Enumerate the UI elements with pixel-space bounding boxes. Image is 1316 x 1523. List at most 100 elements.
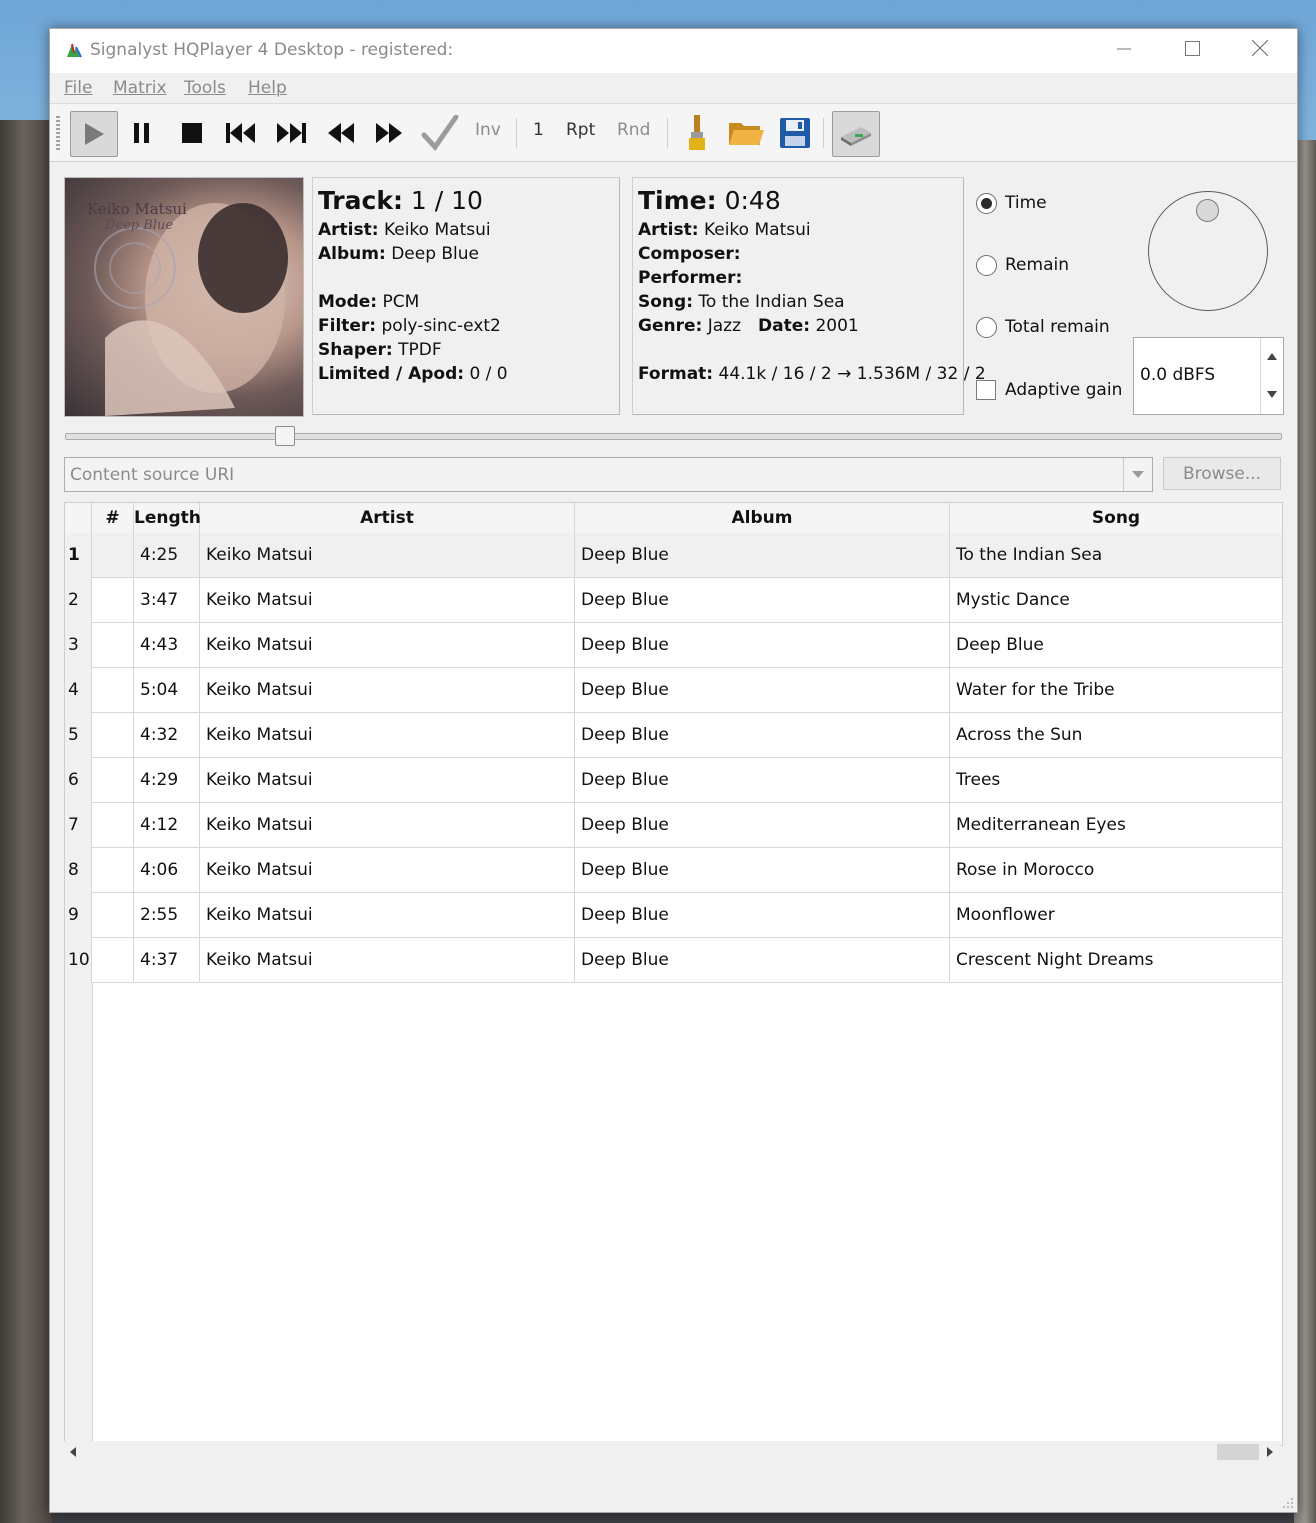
artist-cell[interactable]: Keiko Matsui: [200, 893, 575, 938]
row-number[interactable]: 4: [65, 668, 92, 713]
scroll-left-icon[interactable]: [70, 1447, 76, 1457]
horizontal-scrollbar[interactable]: [64, 1441, 1281, 1463]
content-source-combo[interactable]: Content source URI: [64, 457, 1153, 492]
artist-cell[interactable]: Keiko Matsui: [200, 578, 575, 623]
transport-toggle-button[interactable]: [417, 111, 463, 155]
menu-tools[interactable]: Tools: [184, 78, 226, 98]
horizontal-scrollbar-thumb[interactable]: [1217, 1444, 1259, 1460]
album-cell[interactable]: Deep Blue: [575, 758, 950, 803]
length-cell[interactable]: 4:12: [134, 803, 200, 848]
browse-button[interactable]: Browse...: [1163, 457, 1281, 490]
column-header-length[interactable]: Length: [134, 503, 201, 533]
length-cell[interactable]: 3:47: [134, 578, 200, 623]
menu-help[interactable]: Help: [248, 78, 287, 98]
number-cell[interactable]: [92, 623, 134, 668]
spin-down-icon[interactable]: [1267, 391, 1277, 398]
song-cell[interactable]: Rose in Morocco: [950, 848, 1282, 893]
row-number[interactable]: 7: [65, 803, 92, 848]
album-cell[interactable]: Deep Blue: [575, 803, 950, 848]
remain-radio[interactable]: [976, 255, 997, 276]
toolbar-grip[interactable]: [56, 116, 60, 150]
album-cell[interactable]: Deep Blue: [575, 848, 950, 893]
invert-button[interactable]: Inv: [475, 120, 501, 140]
length-cell[interactable]: 4:29: [134, 758, 200, 803]
song-cell[interactable]: Water for the Tribe: [950, 668, 1282, 713]
table-row[interactable]: 8 4:06 Keiko Matsui Deep Blue Rose in Morocc…: [65, 848, 1282, 893]
resize-grip-icon[interactable]: [1282, 1497, 1294, 1509]
play-button[interactable]: [70, 111, 118, 157]
column-header-album[interactable]: Album: [575, 503, 950, 533]
artist-cell[interactable]: Keiko Matsui: [200, 938, 575, 983]
save-button[interactable]: [772, 111, 818, 155]
table-row[interactable]: 6 4:29 Keiko Matsui Deep Blue Trees: [65, 758, 1282, 803]
song-cell[interactable]: Crescent Night Dreams: [950, 938, 1282, 983]
total-remain-radio[interactable]: [976, 317, 997, 338]
maximize-button[interactable]: [1158, 29, 1226, 73]
artist-cell[interactable]: Keiko Matsui: [200, 533, 575, 578]
length-cell[interactable]: 5:04: [134, 668, 200, 713]
length-cell[interactable]: 2:55: [134, 893, 200, 938]
row-number[interactable]: 2: [65, 578, 92, 623]
artist-cell[interactable]: Keiko Matsui: [200, 848, 575, 893]
song-cell[interactable]: Moonflower: [950, 893, 1282, 938]
seek-slider-handle[interactable]: [274, 426, 295, 446]
volume-dial[interactable]: [1148, 191, 1268, 311]
volume-dial-knob[interactable]: [1196, 199, 1219, 222]
scroll-right-icon[interactable]: [1267, 1447, 1273, 1457]
number-cell[interactable]: [92, 713, 134, 758]
album-cell[interactable]: Deep Blue: [575, 623, 950, 668]
row-number[interactable]: 10: [65, 938, 92, 983]
previous-track-button[interactable]: [218, 111, 264, 155]
song-cell[interactable]: Deep Blue: [950, 623, 1282, 668]
table-row[interactable]: 1 4:25 Keiko Matsui Deep Blue To the Indian …: [65, 533, 1282, 578]
album-cell[interactable]: Deep Blue: [575, 533, 950, 578]
length-cell[interactable]: 4:37: [134, 938, 200, 983]
stop-button[interactable]: [169, 111, 215, 155]
number-cell[interactable]: [92, 578, 134, 623]
song-cell[interactable]: Across the Sun: [950, 713, 1282, 758]
row-number[interactable]: 6: [65, 758, 92, 803]
table-row[interactable]: 3 4:43 Keiko Matsui Deep Blue Deep Blue: [65, 623, 1282, 668]
number-cell[interactable]: [92, 938, 134, 983]
minimize-button[interactable]: [1090, 29, 1158, 73]
table-row[interactable]: 7 4:12 Keiko Matsui Deep Blue Mediterranean …: [65, 803, 1282, 848]
artist-cell[interactable]: Keiko Matsui: [200, 623, 575, 668]
length-cell[interactable]: 4:43: [134, 623, 200, 668]
number-cell[interactable]: [92, 533, 134, 578]
row-number[interactable]: 3: [65, 623, 92, 668]
clear-playlist-button[interactable]: [674, 111, 720, 155]
number-cell[interactable]: [92, 758, 134, 803]
number-cell[interactable]: [92, 668, 134, 713]
rewind-button[interactable]: [318, 111, 364, 155]
row-number[interactable]: 5: [65, 713, 92, 758]
album-cell[interactable]: Deep Blue: [575, 938, 950, 983]
row-number[interactable]: 8: [65, 848, 92, 893]
time-radio[interactable]: [976, 193, 997, 214]
open-button[interactable]: [723, 111, 769, 155]
length-cell[interactable]: 4:06: [134, 848, 200, 893]
content-source-placeholder[interactable]: Content source URI: [70, 465, 234, 485]
artist-cell[interactable]: Keiko Matsui: [200, 668, 575, 713]
album-cell[interactable]: Deep Blue: [575, 713, 950, 758]
table-row[interactable]: 10 4:37 Keiko Matsui Deep Blue Crescent Nigh…: [65, 938, 1282, 983]
song-cell[interactable]: To the Indian Sea: [950, 533, 1282, 578]
table-row[interactable]: 5 4:32 Keiko Matsui Deep Blue Across the Sun: [65, 713, 1282, 758]
column-header-number[interactable]: #: [92, 503, 134, 533]
song-cell[interactable]: Trees: [950, 758, 1282, 803]
close-button[interactable]: [1226, 29, 1294, 73]
row-number[interactable]: 9: [65, 893, 92, 938]
repeat-button[interactable]: Rpt: [566, 120, 595, 140]
artist-cell[interactable]: Keiko Matsui: [200, 713, 575, 758]
menu-file[interactable]: File: [64, 78, 92, 98]
column-header-song[interactable]: Song: [950, 503, 1282, 533]
length-cell[interactable]: 4:25: [134, 533, 200, 578]
number-cell[interactable]: [92, 893, 134, 938]
song-cell[interactable]: Mediterranean Eyes: [950, 803, 1282, 848]
album-cell[interactable]: Deep Blue: [575, 893, 950, 938]
adaptive-gain-checkbox[interactable]: [976, 380, 996, 400]
row-number[interactable]: 1: [65, 533, 92, 578]
number-cell[interactable]: [92, 803, 134, 848]
song-cell[interactable]: Mystic Dance: [950, 578, 1282, 623]
random-button[interactable]: Rnd: [617, 120, 650, 140]
pause-button[interactable]: [119, 111, 165, 155]
